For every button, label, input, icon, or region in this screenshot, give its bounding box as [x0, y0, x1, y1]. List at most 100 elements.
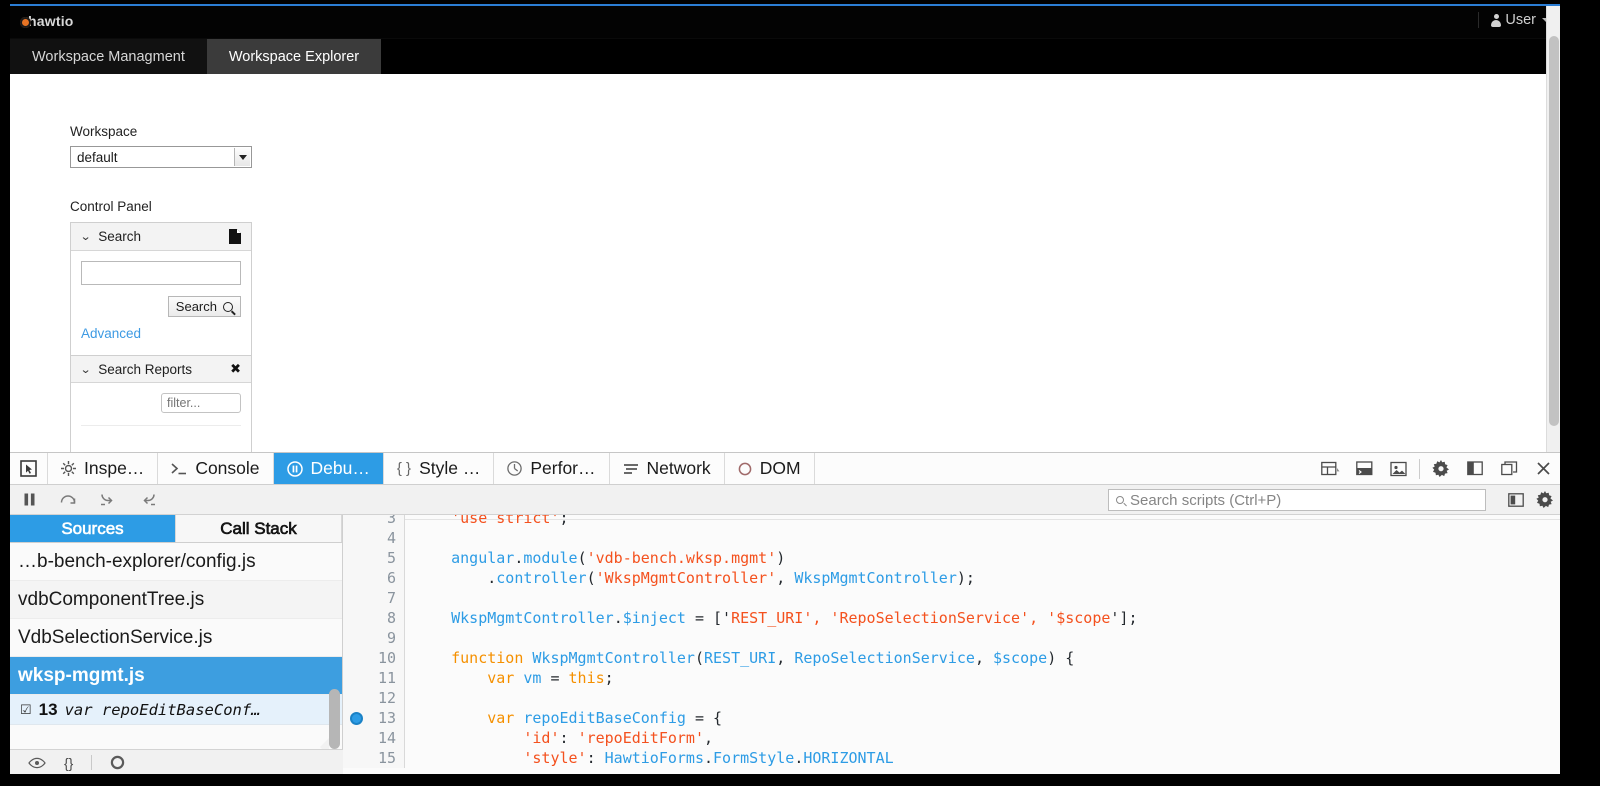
- document-icon[interactable]: [229, 229, 241, 244]
- tab-performance[interactable]: Perfor…: [494, 453, 610, 484]
- screenshot-icon[interactable]: [1381, 453, 1415, 485]
- tab-console[interactable]: Console: [158, 453, 274, 484]
- search-panel-body: Search Advanced: [71, 251, 251, 355]
- script-search-input[interactable]: Search scripts (Ctrl+P): [1108, 489, 1486, 511]
- step-out-icon[interactable]: [139, 492, 157, 507]
- code-gutter[interactable]: 3 4 5 6 7 8 9 10 11 12 13 14 15: [343, 515, 405, 768]
- brand-text: hawtio: [28, 13, 74, 29]
- tab-sources[interactable]: Sources: [10, 515, 176, 542]
- user-menu[interactable]: User: [1478, 12, 1552, 28]
- console-icon: [171, 462, 187, 476]
- line-number[interactable]: 7: [343, 588, 404, 608]
- tabbar-filler: [381, 39, 1560, 74]
- reports-filter-input[interactable]: [161, 393, 241, 413]
- search-input[interactable]: [81, 261, 241, 285]
- page-scrollbar[interactable]: [1546, 6, 1560, 452]
- tab-style-editor[interactable]: { } Style …: [384, 453, 495, 484]
- sources-bottom-toolbar: {}: [10, 749, 343, 774]
- hawtio-header: hawtio User: [10, 6, 1560, 39]
- search-icon: [1116, 496, 1124, 504]
- code-editor[interactable]: 3 4 5 6 7 8 9 10 11 12 13 14 15 'use strict'; angula…: [343, 515, 1560, 774]
- close-icon[interactable]: ✖: [230, 361, 241, 377]
- tab-style-editor-label: Style …: [419, 458, 481, 478]
- settings-gear-icon[interactable]: [1424, 453, 1458, 485]
- breakpoint-dot-icon[interactable]: [350, 711, 363, 725]
- tab-network-label: Network: [646, 458, 711, 478]
- code-line: function WkspMgmtController(REST_URI, Re…: [451, 649, 1075, 667]
- chevron-down-icon[interactable]: ⌄: [80, 363, 92, 376]
- search-reports-header[interactable]: ⌄ Search Reports ✖: [71, 355, 251, 383]
- devtools-toolbar: Inspe… Console Debu… { } Style … Perfor……: [10, 453, 1560, 485]
- line-number[interactable]: 11: [343, 668, 404, 688]
- debugger-toolbar-right: [1508, 485, 1554, 515]
- page-body: Workspace default Control Panel ⌄ Search: [10, 74, 1560, 452]
- code-lines[interactable]: 'use strict'; angular.module('vdb-bench.…: [405, 515, 1560, 768]
- line-number[interactable]: 15: [343, 748, 404, 768]
- step-over-icon[interactable]: [59, 492, 77, 507]
- list-item[interactable]: …b-bench-explorer/config.js: [10, 543, 342, 581]
- search-panel: ⌄ Search Search Advanced ⌄ Search Report…: [70, 222, 252, 452]
- page-scrollbar-thumb[interactable]: [1549, 36, 1559, 426]
- step-in-icon[interactable]: [99, 492, 117, 507]
- list-item-selected[interactable]: wksp-mgmt.js: [10, 657, 342, 695]
- list-item[interactable]: vdbComponentTree.js: [10, 581, 342, 619]
- search-icon: [223, 301, 233, 312]
- search-panel-header[interactable]: ⌄ Search: [71, 223, 251, 251]
- element-picker-icon[interactable]: [10, 453, 48, 484]
- line-number[interactable]: 9: [343, 628, 404, 648]
- line-number[interactable]: 6: [343, 568, 404, 588]
- line-number[interactable]: 10: [343, 648, 404, 668]
- tab-inspector[interactable]: Inspe…: [48, 453, 159, 484]
- close-icon[interactable]: [1526, 453, 1560, 485]
- tab-console-label: Console: [195, 458, 260, 478]
- reports-filter-row: [81, 393, 241, 413]
- separate-window-icon[interactable]: [1492, 453, 1526, 485]
- code-line: angular.module('vdb-bench.wksp.mgmt'): [451, 549, 786, 567]
- debugger-icon: [286, 460, 303, 477]
- sources-tabs: Sources Call Stack: [10, 515, 342, 543]
- tab-workspace-managment[interactable]: Workspace Managment: [10, 39, 207, 74]
- workspace-label: Workspace: [70, 124, 138, 139]
- pause-on-exception-icon[interactable]: [110, 755, 125, 770]
- tab-inspector-label: Inspe…: [84, 458, 145, 478]
- toggle-panes-icon[interactable]: [1508, 493, 1524, 507]
- tab-debugger[interactable]: Debu…: [273, 453, 384, 484]
- tab-dom[interactable]: DOM: [725, 453, 815, 484]
- devtools-toolbar-right: [1313, 453, 1560, 484]
- eye-icon[interactable]: [28, 757, 46, 769]
- tab-dom-label: DOM: [759, 458, 801, 478]
- pause-icon[interactable]: [22, 492, 37, 507]
- dom-icon: [738, 462, 752, 476]
- chevron-down-icon[interactable]: ⌄: [80, 230, 92, 243]
- sources-scrollbar-thumb[interactable]: [329, 689, 340, 749]
- line-number[interactable]: 4: [343, 528, 404, 548]
- responsive-design-mode-icon[interactable]: [1313, 453, 1347, 485]
- list-item[interactable]: VdbSelectionService.js: [10, 619, 342, 657]
- debugger-main: Sources Call Stack …b-bench-explorer/con…: [10, 515, 1560, 774]
- debugger-settings-icon[interactable]: [1536, 491, 1554, 509]
- devtools-panel: Inspe… Console Debu… { } Style … Perfor……: [10, 452, 1560, 774]
- line-number[interactable]: 8: [343, 608, 404, 628]
- sources-scrollbar[interactable]: [329, 567, 340, 767]
- braces-icon[interactable]: {}: [64, 755, 73, 771]
- checkbox-checked-icon[interactable]: ☑: [20, 702, 32, 718]
- tab-network[interactable]: Network: [610, 453, 725, 484]
- tab-workspace-explorer[interactable]: Workspace Explorer: [206, 39, 382, 74]
- split-console-icon[interactable]: [1347, 453, 1381, 485]
- script-search-placeholder: Search scripts (Ctrl+P): [1130, 491, 1282, 509]
- line-number[interactable]: 14: [343, 728, 404, 748]
- chevron-down-icon[interactable]: [234, 148, 250, 166]
- line-number[interactable]: 5: [343, 548, 404, 568]
- tab-debugger-label: Debu…: [310, 458, 370, 478]
- workspace-select[interactable]: default: [70, 146, 252, 168]
- workspace-section: Workspace default: [70, 124, 252, 168]
- line-number[interactable]: 3: [343, 515, 404, 528]
- line-number[interactable]: 12: [343, 688, 404, 708]
- tab-call-stack[interactable]: Call Stack: [176, 515, 342, 542]
- search-button[interactable]: Search: [167, 296, 241, 317]
- dock-side-icon[interactable]: [1458, 453, 1492, 485]
- advanced-link[interactable]: Advanced: [81, 326, 141, 341]
- breakpoint-row[interactable]: ☑ 13 var repoEditBaseConf…: [10, 695, 342, 725]
